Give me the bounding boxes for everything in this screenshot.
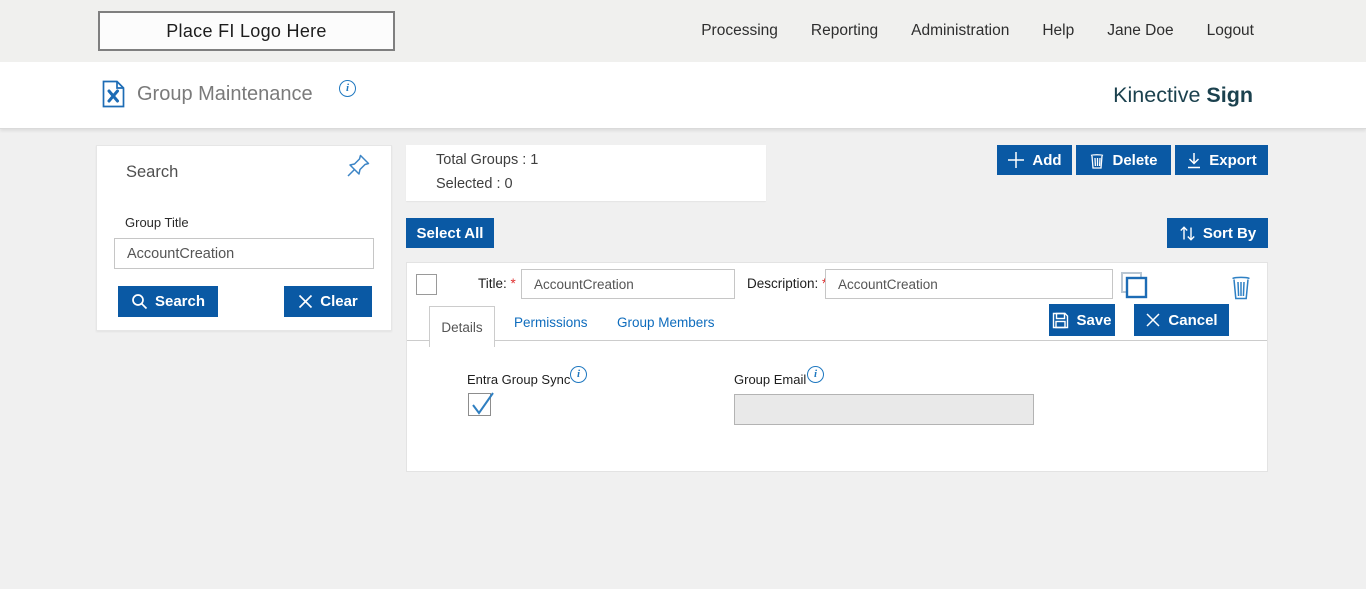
add-button-label: Add: [1032, 151, 1062, 169]
tab-group-members[interactable]: Group Members: [617, 315, 715, 330]
fi-logo-text: Place FI Logo Here: [166, 20, 327, 41]
search-button[interactable]: Search: [118, 286, 218, 317]
group-email-input: [734, 394, 1034, 425]
top-bar: Place FI Logo Here Processing Reporting …: [0, 0, 1366, 62]
search-icon: [132, 294, 148, 310]
nav-processing[interactable]: Processing: [701, 22, 778, 40]
fi-logo-placeholder: Place FI Logo Here: [98, 11, 395, 51]
nav-help[interactable]: Help: [1042, 22, 1074, 40]
trash-icon: [1091, 154, 1104, 169]
group-title-label: Group Title: [125, 215, 189, 230]
group-maintenance-page: Place FI Logo Here Processing Reporting …: [0, 0, 1366, 589]
search-panel-title: Search: [126, 163, 179, 181]
sort-by-button[interactable]: Sort By: [1167, 218, 1268, 248]
group-maintenance-icon: [102, 80, 125, 108]
pin-icon[interactable]: [345, 153, 371, 179]
search-button-label: Search: [154, 293, 206, 310]
entra-group-sync-info-icon[interactable]: i: [570, 366, 587, 383]
row-trash-icon[interactable]: [1230, 272, 1252, 300]
cancel-button-label: Cancel: [1168, 311, 1218, 329]
select-all-button[interactable]: Select All: [406, 218, 494, 248]
selected-count: Selected : 0: [436, 176, 513, 192]
sort-arrows-icon: [1180, 225, 1195, 241]
entra-group-sync-label: Entra Group Sync: [467, 372, 571, 387]
nav-administration[interactable]: Administration: [911, 22, 1009, 40]
title-field-label: Title: *: [478, 276, 516, 291]
close-icon: [1146, 313, 1160, 327]
plus-icon: [1008, 152, 1025, 168]
groups-toolbar: Add Delete Export: [997, 145, 1268, 175]
search-panel: Search Group Title Search Clear: [96, 145, 392, 331]
nav-user-menu[interactable]: Jane Doe: [1107, 22, 1173, 40]
nav-logout[interactable]: Logout: [1207, 22, 1254, 40]
description-field-label: Description: *: [747, 276, 827, 291]
group-row-card: Title: * Description: * Details Permissi…: [406, 262, 1268, 472]
delete-button-label: Delete: [1112, 151, 1158, 169]
copy-icon[interactable]: [1119, 270, 1149, 300]
group-title-search-input[interactable]: [114, 238, 374, 269]
sort-by-label: Sort By: [1202, 224, 1257, 242]
save-disk-icon: [1053, 312, 1069, 328]
clear-button[interactable]: Clear: [284, 286, 372, 317]
page-title: Group Maintenance: [137, 83, 313, 105]
tab-divider: [407, 340, 1267, 341]
groups-summary: Total Groups : 1 Selected : 0: [406, 145, 766, 201]
title-required-marker: *: [510, 276, 516, 291]
brand-logo: Kinective Sign: [1113, 83, 1253, 108]
cancel-button[interactable]: Cancel: [1134, 304, 1229, 336]
page-header: Group Maintenance i Kinective Sign: [0, 62, 1366, 129]
save-button-label: Save: [1076, 311, 1112, 329]
brand-regular: Kinective: [1113, 83, 1201, 107]
export-button[interactable]: Export: [1175, 145, 1268, 175]
select-all-label: Select All: [416, 224, 484, 242]
tab-details[interactable]: Details: [429, 306, 495, 347]
top-nav: Processing Reporting Administration Help…: [701, 0, 1254, 62]
close-icon: [299, 294, 313, 309]
export-button-label: Export: [1209, 151, 1257, 169]
download-icon: [1188, 152, 1201, 168]
nav-reporting[interactable]: Reporting: [811, 22, 878, 40]
description-input[interactable]: [825, 269, 1113, 299]
brand-bold: Sign: [1206, 83, 1253, 107]
entra-group-sync-checkbox[interactable]: [468, 393, 491, 416]
title-input[interactable]: [521, 269, 735, 299]
total-groups-count: Total Groups : 1: [436, 152, 539, 168]
clear-button-label: Clear: [320, 293, 358, 310]
group-email-info-icon[interactable]: i: [807, 366, 824, 383]
group-row-checkbox[interactable]: [416, 274, 437, 295]
page-title-info-icon[interactable]: i: [339, 80, 356, 97]
save-button[interactable]: Save: [1049, 304, 1115, 336]
delete-button[interactable]: Delete: [1076, 145, 1171, 175]
group-email-label: Group Email: [734, 372, 807, 387]
tab-permissions[interactable]: Permissions: [514, 315, 588, 330]
add-button[interactable]: Add: [997, 145, 1072, 175]
